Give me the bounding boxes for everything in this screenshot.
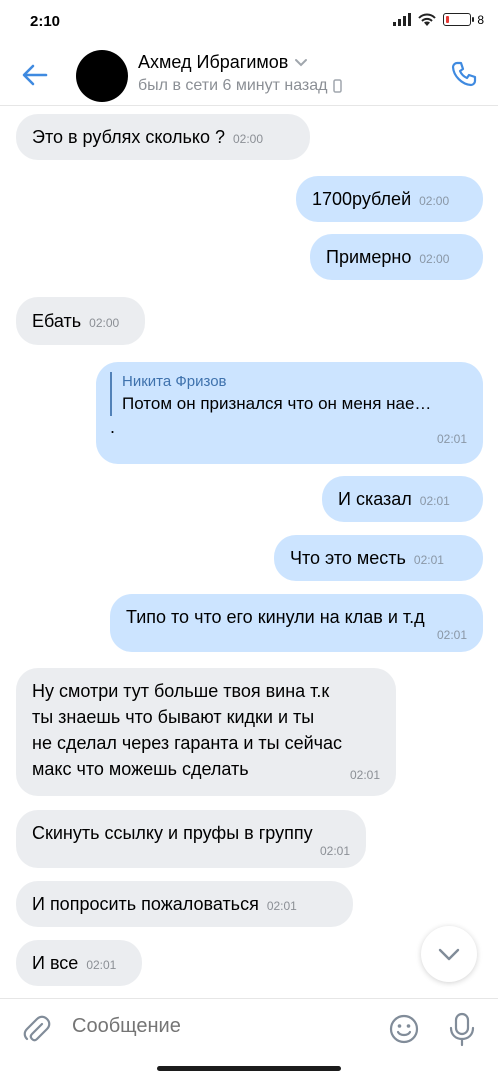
chevron-down-icon xyxy=(438,948,460,960)
message-line: макс что можешь сделать xyxy=(32,759,249,779)
mobile-device-icon xyxy=(333,79,343,93)
message-time: 02:01 xyxy=(436,432,467,446)
wifi-icon xyxy=(418,13,437,26)
message-time: 02:01 xyxy=(419,494,450,508)
message-time: 02:00 xyxy=(233,132,264,146)
message-bubble-incoming[interactable]: И попросить пожаловаться 02:01 xyxy=(16,881,353,927)
microphone-icon xyxy=(449,1012,475,1047)
voice-message-button[interactable] xyxy=(446,1011,478,1047)
contact-status-row: был в сети 6 минут назад xyxy=(138,77,343,95)
message-time: 02:01 xyxy=(86,958,117,972)
message-bubble-outgoing[interactable]: Примерно 02:00 xyxy=(310,234,483,280)
message-text: 1700рублей xyxy=(312,189,412,209)
call-button[interactable] xyxy=(446,56,482,92)
message-text: И сказал xyxy=(338,489,412,509)
status-icons: 8 xyxy=(393,12,484,27)
back-button[interactable] xyxy=(18,58,52,92)
message-text: Примерно xyxy=(326,247,412,267)
chat-header: Ахмед Ибрагимов был в сети 6 минут назад xyxy=(0,44,498,106)
message-bubble-incoming[interactable]: Ну смотри тут больше твоя вина т.к ты зн… xyxy=(16,668,396,796)
message-bubble-incoming[interactable]: Скинуть ссылку и пруфы в группу 02:01 xyxy=(16,810,366,868)
avatar[interactable] xyxy=(76,50,128,102)
message-time: 02:01 xyxy=(413,553,444,567)
message-bubble-outgoing[interactable]: Типо то что его кинули на клав и т.д 02:… xyxy=(110,594,483,652)
scroll-to-bottom-button[interactable] xyxy=(421,926,477,982)
contact-name-row[interactable]: Ахмед Ибрагимов xyxy=(138,52,308,73)
message-text: Скинуть ссылку и пруфы в группу xyxy=(32,823,313,843)
message-time: 02:00 xyxy=(419,252,450,266)
message-bubble-outgoing[interactable]: Что это месть 02:01 xyxy=(274,535,483,581)
message-bubble-outgoing[interactable]: И сказал 02:01 xyxy=(322,476,483,522)
paperclip-icon xyxy=(23,1015,51,1042)
message-bubble-outgoing-reply[interactable]: Никита Фризов Потом он признался что он … xyxy=(96,362,483,464)
message-time: 02:01 xyxy=(266,899,297,913)
message-text: И попросить пожаловаться xyxy=(32,894,259,914)
message-bubble-incoming[interactable]: Это в рублях сколько ? 02:00 xyxy=(16,114,310,160)
attach-button[interactable] xyxy=(20,1013,52,1045)
message-time: 02:01 xyxy=(436,628,467,642)
message-time: 02:01 xyxy=(319,844,350,858)
message-text: И все xyxy=(32,953,79,973)
battery-percent: 8 xyxy=(477,12,484,27)
signal-icon xyxy=(393,13,412,26)
message-line: Ну смотри тут больше твоя вина т.к xyxy=(32,681,330,701)
reply-text: Потом он признался что он меня нае… xyxy=(122,394,432,413)
message-text: Ебать xyxy=(32,311,82,331)
reply-author: Никита Фризов xyxy=(122,373,227,390)
contact-name: Ахмед Ибрагимов xyxy=(138,52,289,72)
message-time: 02:00 xyxy=(419,194,450,208)
message-line: ты знаешь что бывают кидки и ты xyxy=(32,707,315,727)
battery-icon xyxy=(443,13,475,26)
message-input[interactable] xyxy=(72,1015,372,1038)
emoji-button[interactable] xyxy=(388,1013,420,1045)
home-indicator[interactable] xyxy=(157,1066,341,1071)
reply-quote[interactable]: Никита Фризов Потом он признался что он … xyxy=(110,372,467,416)
message-time: 02:01 xyxy=(349,768,380,782)
message-list[interactable]: Это в рублях сколько ? 02:00 1700рублей 02… xyxy=(0,106,498,998)
contact-status: был в сети 6 минут назад xyxy=(138,77,328,94)
message-bubble-incoming[interactable]: Ебать 02:00 xyxy=(16,297,145,345)
phone-icon xyxy=(451,61,477,87)
status-time: 2:10 xyxy=(30,13,61,30)
message-bubble-outgoing[interactable]: 1700рублей 02:00 xyxy=(296,176,483,222)
status-bar: 2:10 8 xyxy=(0,0,498,44)
battery-level xyxy=(446,16,450,23)
message-line: не сделал через гаранта и ты сейчас xyxy=(32,733,343,753)
message-text: . xyxy=(110,417,116,437)
chevron-down-icon xyxy=(295,59,308,67)
message-text: Типо то что его кинули на клав и т.д xyxy=(126,607,425,627)
arrow-left-icon xyxy=(22,64,48,86)
message-time: 02:00 xyxy=(89,316,120,330)
message-bubble-incoming[interactable]: И все 02:01 xyxy=(16,940,142,986)
message-text: Это в рублях сколько ? xyxy=(32,127,225,147)
message-text: Что это месть xyxy=(290,548,406,568)
message-composer xyxy=(0,998,498,1060)
smile-icon xyxy=(389,1014,419,1044)
